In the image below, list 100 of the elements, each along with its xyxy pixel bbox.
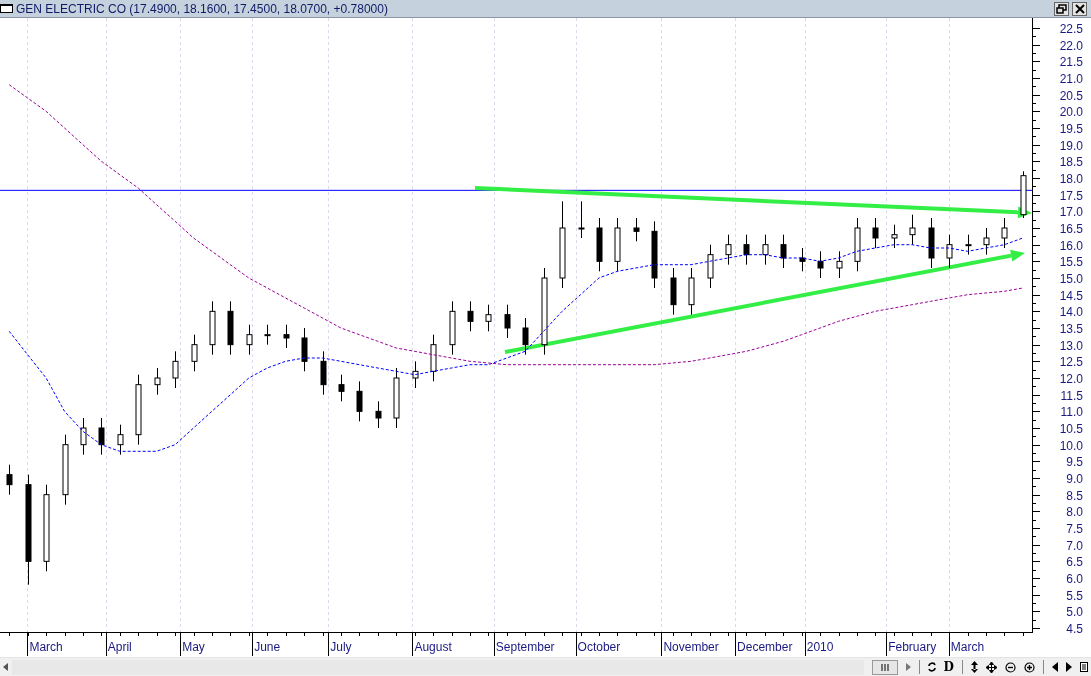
candlestick	[688, 267, 695, 316]
axis-label: 12.5	[1059, 355, 1083, 369]
candlestick	[172, 350, 179, 389]
axis-label: 6.5	[1066, 555, 1083, 569]
axis-label: 22.5	[1059, 22, 1083, 36]
month-label: November	[663, 640, 719, 654]
toolbar-button[interactable]: D	[943, 660, 954, 674]
candlestick	[283, 324, 290, 349]
scroll-left-icon[interactable]	[3, 663, 8, 671]
axis-label: 10.5	[1059, 422, 1083, 436]
axis-label: 12.0	[1059, 372, 1083, 386]
candlestick	[467, 300, 474, 332]
axis-label: 16.0	[1059, 239, 1083, 253]
candlestick	[485, 304, 492, 332]
month-label: February	[888, 640, 937, 654]
candlestick	[522, 317, 529, 356]
candlestick	[743, 234, 750, 266]
candlestick	[338, 374, 345, 402]
candlestick	[983, 227, 990, 256]
candlestick	[633, 217, 640, 242]
candlestick	[227, 300, 234, 356]
month-label: July	[330, 640, 352, 654]
candlestick	[780, 234, 787, 269]
axis-label: 10.0	[1059, 439, 1083, 453]
axis-label: 15.0	[1059, 272, 1083, 286]
zoom-in-icon[interactable]	[1024, 661, 1035, 673]
candlestick	[1001, 217, 1008, 249]
axis-label: 7.0	[1066, 539, 1083, 553]
axis-label: 15.5	[1059, 255, 1083, 269]
axis-label: 17.0	[1059, 205, 1083, 219]
month-label: June	[254, 640, 281, 654]
axis-label: 6.0	[1066, 572, 1083, 586]
month-label: May	[182, 640, 205, 654]
candlestick	[578, 200, 585, 239]
candlestick	[762, 234, 769, 266]
candlestick	[264, 324, 271, 346]
candlestick	[854, 217, 861, 272]
scroll-right-icon[interactable]	[905, 663, 911, 671]
candlestick	[154, 367, 161, 396]
axis-label: 20.0	[1059, 105, 1083, 119]
month-label: September	[495, 640, 555, 654]
axis-label: 21.0	[1059, 72, 1083, 86]
month-label: March	[950, 640, 985, 654]
candlestick	[80, 417, 87, 456]
restore-button[interactable]	[1054, 1, 1069, 16]
axis-label: 16.5	[1059, 222, 1083, 236]
candlestick	[209, 300, 216, 356]
scrollbar-thumb[interactable]	[871, 659, 898, 675]
axis-label: 20.5	[1059, 89, 1083, 103]
candlestick	[670, 267, 677, 316]
axis-label: 5.0	[1066, 605, 1083, 619]
candlestick	[191, 334, 198, 372]
list-icon[interactable]	[1080, 662, 1088, 672]
candlestick	[817, 250, 824, 279]
previous-icon[interactable]	[1052, 662, 1058, 672]
month-label: March	[29, 640, 63, 654]
axis-label: 18.5	[1059, 155, 1083, 169]
close-button[interactable]	[1072, 1, 1087, 16]
candlestick	[596, 217, 603, 272]
axis-label: 19.0	[1059, 139, 1083, 153]
candlestick	[909, 214, 916, 246]
candlestick	[6, 464, 13, 496]
axis-label: 13.0	[1059, 339, 1083, 353]
candlestick	[320, 350, 327, 396]
axis-label: 22.0	[1059, 39, 1083, 53]
window-icon	[0, 4, 13, 13]
candlestick	[651, 220, 658, 289]
candlestick	[946, 234, 953, 269]
candlestick	[891, 224, 898, 249]
axis-label: 19.5	[1059, 122, 1083, 136]
refresh-icon[interactable]	[927, 661, 936, 673]
candlestick	[872, 217, 879, 249]
candlestick	[799, 247, 806, 272]
candlestick	[98, 417, 105, 456]
candlestick	[393, 367, 400, 429]
month-label: August	[414, 640, 452, 654]
axis-label: 4.5	[1066, 622, 1083, 636]
window-title: GEN ELECTRIC CO (17.4900, 18.1600, 17.4500, 18.0700, +0.78000)	[16, 1, 388, 16]
candlestick	[614, 217, 621, 272]
axis-label: 14.0	[1059, 305, 1083, 319]
vertical-arrows-icon[interactable]	[971, 661, 978, 673]
candlestick	[725, 234, 732, 266]
candlestick	[707, 244, 714, 289]
axis-label: 9.5	[1066, 455, 1083, 469]
candlestick	[928, 217, 935, 269]
next-icon[interactable]	[1066, 662, 1072, 672]
axis-label: 14.5	[1059, 289, 1083, 303]
candlestick	[135, 374, 142, 446]
zoom-out-icon[interactable]	[1005, 661, 1016, 673]
axis-label: 8.5	[1066, 489, 1083, 503]
axis-label: 7.5	[1066, 522, 1083, 536]
month-label: December	[737, 640, 793, 654]
candlestick	[62, 434, 69, 506]
candlestick	[449, 300, 456, 356]
axis-label: 18.0	[1059, 172, 1083, 186]
axis-label: 9.0	[1066, 472, 1083, 486]
move-icon[interactable]	[986, 661, 997, 673]
candlestick	[504, 304, 511, 339]
candlestick	[301, 327, 308, 372]
candlestick	[117, 424, 124, 456]
